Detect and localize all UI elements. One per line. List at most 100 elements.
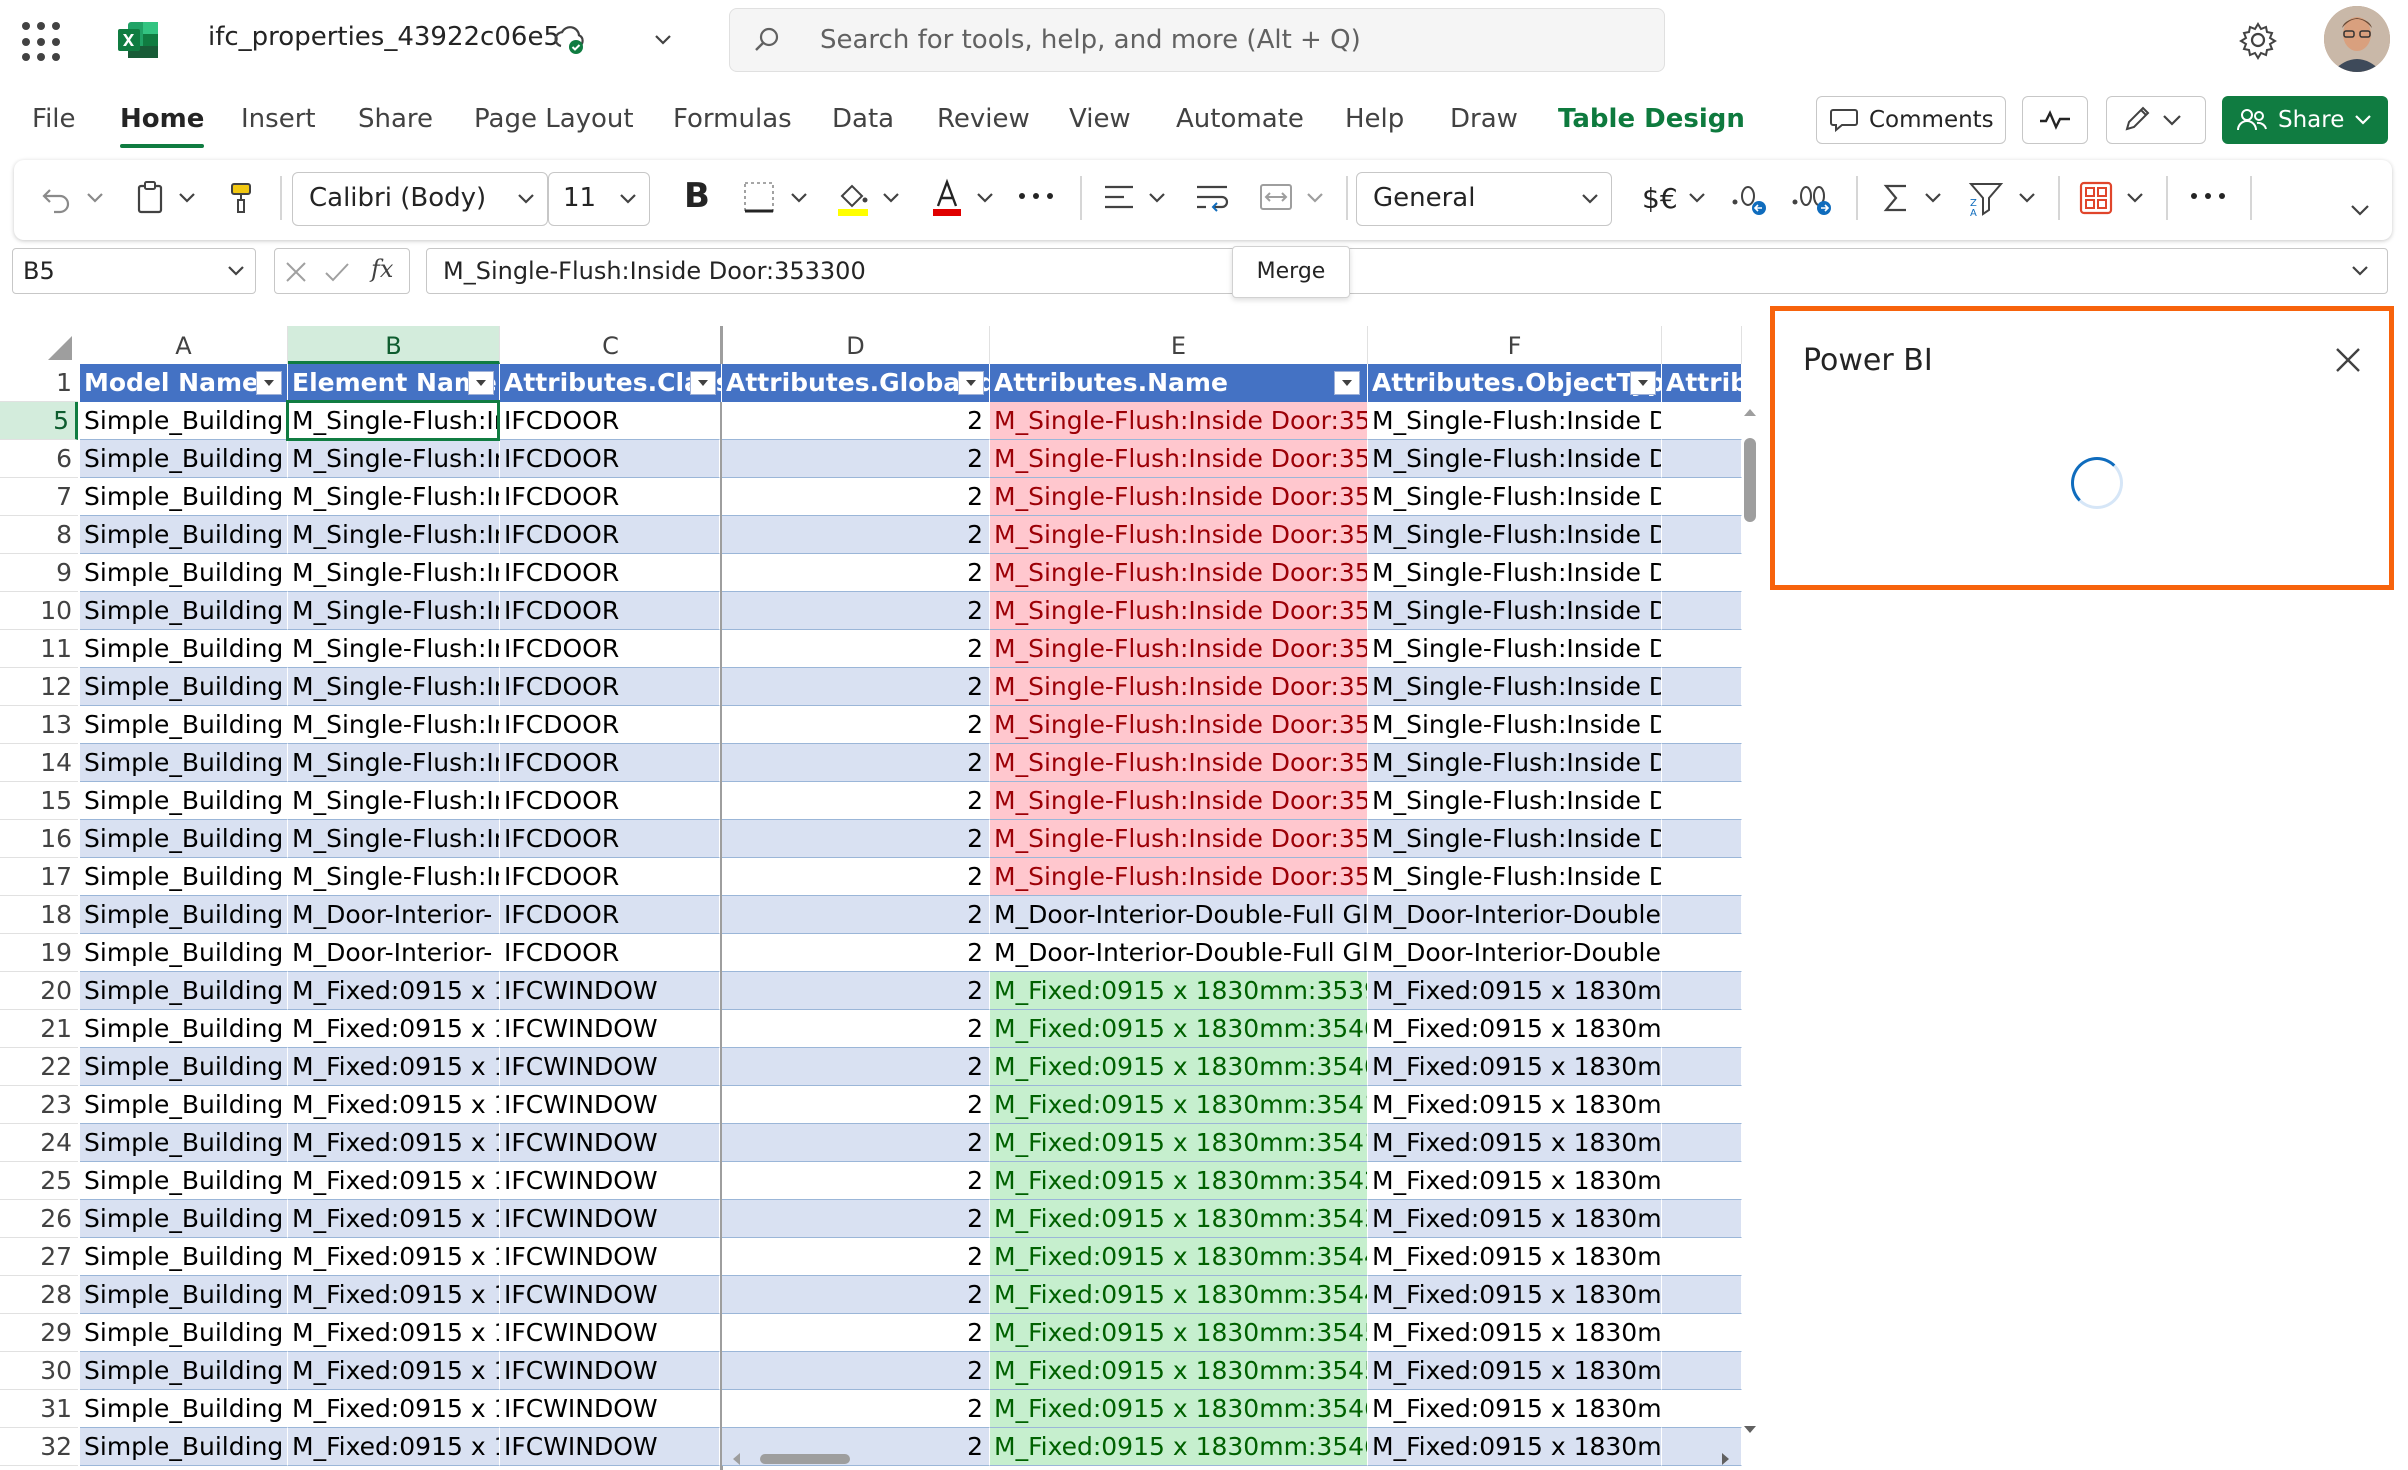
- cell-attributes-more[interactable]: [1662, 1238, 1742, 1276]
- cell-attributes-globalid[interactable]: 2: [722, 782, 990, 820]
- cell-attributes-class[interactable]: IFCWINDOW: [500, 1390, 720, 1428]
- cell-attributes-name[interactable]: M_Single-Flush:Inside Door:353: [990, 744, 1368, 782]
- cell-model-name[interactable]: Simple_Building: [80, 1200, 288, 1238]
- fill-color-icon[interactable]: [834, 178, 872, 218]
- cell-attributes-objecttype[interactable]: M_Fixed:0915 x 1830mr: [1368, 1124, 1662, 1162]
- filter-dropdown-button[interactable]: [468, 371, 494, 395]
- cell-attributes-more[interactable]: [1662, 554, 1742, 592]
- cell-attributes-name[interactable]: M_Single-Flush:Inside Door:355: [990, 478, 1368, 516]
- cell-attributes-globalid[interactable]: 2: [722, 1086, 990, 1124]
- cell-attributes-class[interactable]: IFCWINDOW: [500, 1200, 720, 1238]
- bold-button[interactable]: B: [684, 176, 710, 216]
- cell-attributes-more[interactable]: [1662, 706, 1742, 744]
- cell-attributes-class[interactable]: IFCWINDOW: [500, 1238, 720, 1276]
- cell-attributes-objecttype[interactable]: M_Single-Flush:Inside Do: [1368, 668, 1662, 706]
- cell-element-name[interactable]: M_Door-Interior-: [288, 896, 500, 934]
- cell-attributes-more[interactable]: [1662, 782, 1742, 820]
- cell-attributes-class[interactable]: IFCDOOR: [500, 820, 720, 858]
- undo-icon[interactable]: [40, 182, 72, 214]
- row-header[interactable]: 8: [0, 516, 78, 554]
- cell-element-name[interactable]: M_Fixed:0915 x 1: [288, 1428, 500, 1466]
- cell-attributes-globalid[interactable]: 2: [722, 630, 990, 668]
- confirm-formula-icon[interactable]: [323, 259, 351, 285]
- cell-attributes-class[interactable]: IFCWINDOW: [500, 972, 720, 1010]
- cell-element-name[interactable]: M_Single-Flush:Ir: [288, 440, 500, 478]
- cell-attributes-globalid[interactable]: 2: [722, 668, 990, 706]
- row-header[interactable]: 32: [0, 1428, 78, 1466]
- tab-help[interactable]: Help: [1345, 104, 1404, 134]
- cell-model-name[interactable]: Simple_Building: [80, 1276, 288, 1314]
- cell-attributes-globalid[interactable]: 2: [722, 896, 990, 934]
- cell-attributes-class[interactable]: IFCDOOR: [500, 630, 720, 668]
- cell-attributes-class[interactable]: IFCDOOR: [500, 858, 720, 896]
- cell-attributes-more[interactable]: [1662, 478, 1742, 516]
- cell-attributes-name[interactable]: M_Single-Flush:Inside Door:355: [990, 858, 1368, 896]
- cell-attributes-objecttype[interactable]: M_Fixed:0915 x 1830mr: [1368, 1276, 1662, 1314]
- cell-element-name[interactable]: M_Fixed:0915 x 1: [288, 1010, 500, 1048]
- cell-attributes-more[interactable]: [1662, 1124, 1742, 1162]
- cell-attributes-more[interactable]: [1662, 972, 1742, 1010]
- merge-cells-icon[interactable]: [1258, 182, 1294, 212]
- tab-share[interactable]: Share: [358, 104, 433, 134]
- cell-model-name[interactable]: Simple_Building: [80, 630, 288, 668]
- select-all-icon[interactable]: [46, 334, 74, 362]
- cell-attributes-globalid[interactable]: 2: [722, 478, 990, 516]
- cell-element-name[interactable]: M_Fixed:0915 x 1: [288, 1086, 500, 1124]
- cell-attributes-globalid[interactable]: 2: [722, 516, 990, 554]
- row-header[interactable]: 6: [0, 440, 78, 478]
- cell-attributes-name[interactable]: M_Single-Flush:Inside Door:355: [990, 820, 1368, 858]
- cell-attributes-globalid[interactable]: 2: [722, 744, 990, 782]
- cell-attributes-class[interactable]: IFCDOOR: [500, 744, 720, 782]
- cell-attributes-name[interactable]: M_Fixed:0915 x 1830mm:3545: [990, 1352, 1368, 1390]
- cell-element-name[interactable]: M_Single-Flush:Ir: [288, 668, 500, 706]
- horizontal-scroll-thumb[interactable]: [760, 1454, 850, 1464]
- cell-attributes-class[interactable]: IFCWINDOW: [500, 1010, 720, 1048]
- chevron-down-icon[interactable]: [1146, 188, 1168, 208]
- chevron-down-icon[interactable]: [2124, 188, 2146, 208]
- cell-attributes-class[interactable]: IFCWINDOW: [500, 1276, 720, 1314]
- row-header[interactable]: 19: [0, 934, 78, 972]
- cell-attributes-globalid[interactable]: 2: [722, 1314, 990, 1352]
- conditional-formatting-icon[interactable]: [2078, 180, 2114, 216]
- cell-attributes-name[interactable]: M_Fixed:0915 x 1830mm:3546: [990, 1390, 1368, 1428]
- cell-attributes-class[interactable]: IFCWINDOW: [500, 1352, 720, 1390]
- cell-attributes-class[interactable]: IFCDOOR: [500, 592, 720, 630]
- app-launcher-icon[interactable]: [22, 22, 62, 62]
- cell-attributes-class[interactable]: IFCWINDOW: [500, 1428, 720, 1466]
- cell-attributes-globalid[interactable]: 2: [722, 402, 990, 440]
- cell-attributes-globalid[interactable]: 2: [722, 706, 990, 744]
- cell-element-name[interactable]: M_Single-Flush:Ir: [288, 592, 500, 630]
- row-header[interactable]: 20: [0, 972, 78, 1010]
- gear-icon[interactable]: [2238, 20, 2278, 60]
- chevron-down-icon[interactable]: [1686, 188, 1708, 208]
- cell-element-name[interactable]: M_Fixed:0915 x 1: [288, 1390, 500, 1428]
- cell-attributes-more[interactable]: [1662, 820, 1742, 858]
- worksheet-grid[interactable]: A B C D E F 1 Model Name Element Name At…: [0, 326, 1742, 1470]
- font-size-select[interactable]: 11: [548, 172, 650, 226]
- cell-attributes-objecttype[interactable]: M_Fixed:0915 x 1830mr: [1368, 1390, 1662, 1428]
- row-header[interactable]: 12: [0, 668, 78, 706]
- row-header[interactable]: 25: [0, 1162, 78, 1200]
- chevron-down-icon[interactable]: [974, 188, 996, 208]
- cell-model-name[interactable]: Simple_Building: [80, 744, 288, 782]
- row-header[interactable]: 9: [0, 554, 78, 592]
- tab-formulas[interactable]: Formulas: [673, 104, 792, 134]
- cell-model-name[interactable]: Simple_Building: [80, 1352, 288, 1390]
- cell-attributes-more[interactable]: [1662, 1162, 1742, 1200]
- horizontal-scrollbar[interactable]: [730, 1448, 1740, 1468]
- cell-element-name[interactable]: M_Single-Flush:Ir: [288, 516, 500, 554]
- cell-model-name[interactable]: Simple_Building: [80, 820, 288, 858]
- user-avatar[interactable]: [2324, 6, 2390, 72]
- column-header-d[interactable]: D: [722, 326, 990, 364]
- row-header[interactable]: 27: [0, 1238, 78, 1276]
- cell-attributes-objecttype[interactable]: M_Door-Interior-Double: [1368, 896, 1662, 934]
- cell-element-name[interactable]: M_Fixed:0915 x 1: [288, 1124, 500, 1162]
- cell-attributes-more[interactable]: [1662, 744, 1742, 782]
- scroll-up-icon[interactable]: [1742, 406, 1758, 418]
- cell-attributes-name[interactable]: M_Fixed:0915 x 1830mm:3544: [990, 1276, 1368, 1314]
- scroll-down-icon[interactable]: [1742, 1424, 1758, 1436]
- search-box[interactable]: Search for tools, help, and more (Alt + …: [729, 8, 1665, 72]
- cell-attributes-class[interactable]: IFCDOOR: [500, 934, 720, 972]
- more-options-icon[interactable]: [2188, 190, 2228, 202]
- cell-element-name[interactable]: M_Single-Flush:Ir: [288, 706, 500, 744]
